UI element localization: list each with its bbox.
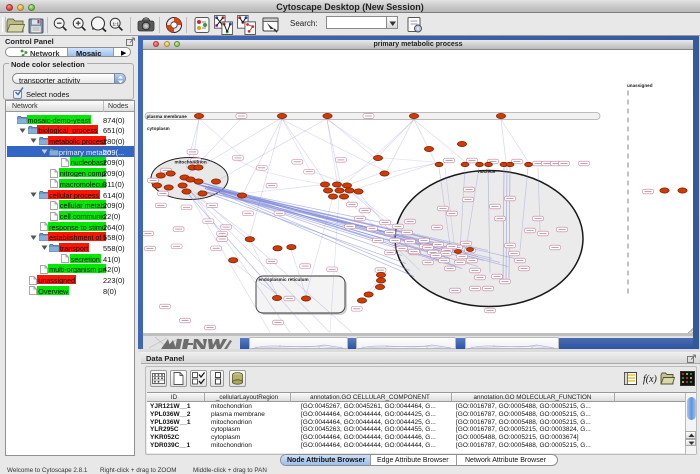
svg-text:nucleus: nucleus — [478, 169, 496, 174]
svg-text:endoplasmic reticulum: endoplasmic reticulum — [259, 277, 309, 282]
svg-text:1:1: 1:1 — [113, 21, 120, 26]
svg-text:plasma membrane: plasma membrane — [147, 114, 188, 119]
svg-text:mitochondrion: mitochondrion — [175, 159, 207, 164]
svg-text:f(x): f(x) — [643, 374, 658, 385]
svg-text:cytoplasm: cytoplasm — [147, 126, 170, 131]
svg-text:unassigned: unassigned — [627, 83, 653, 88]
